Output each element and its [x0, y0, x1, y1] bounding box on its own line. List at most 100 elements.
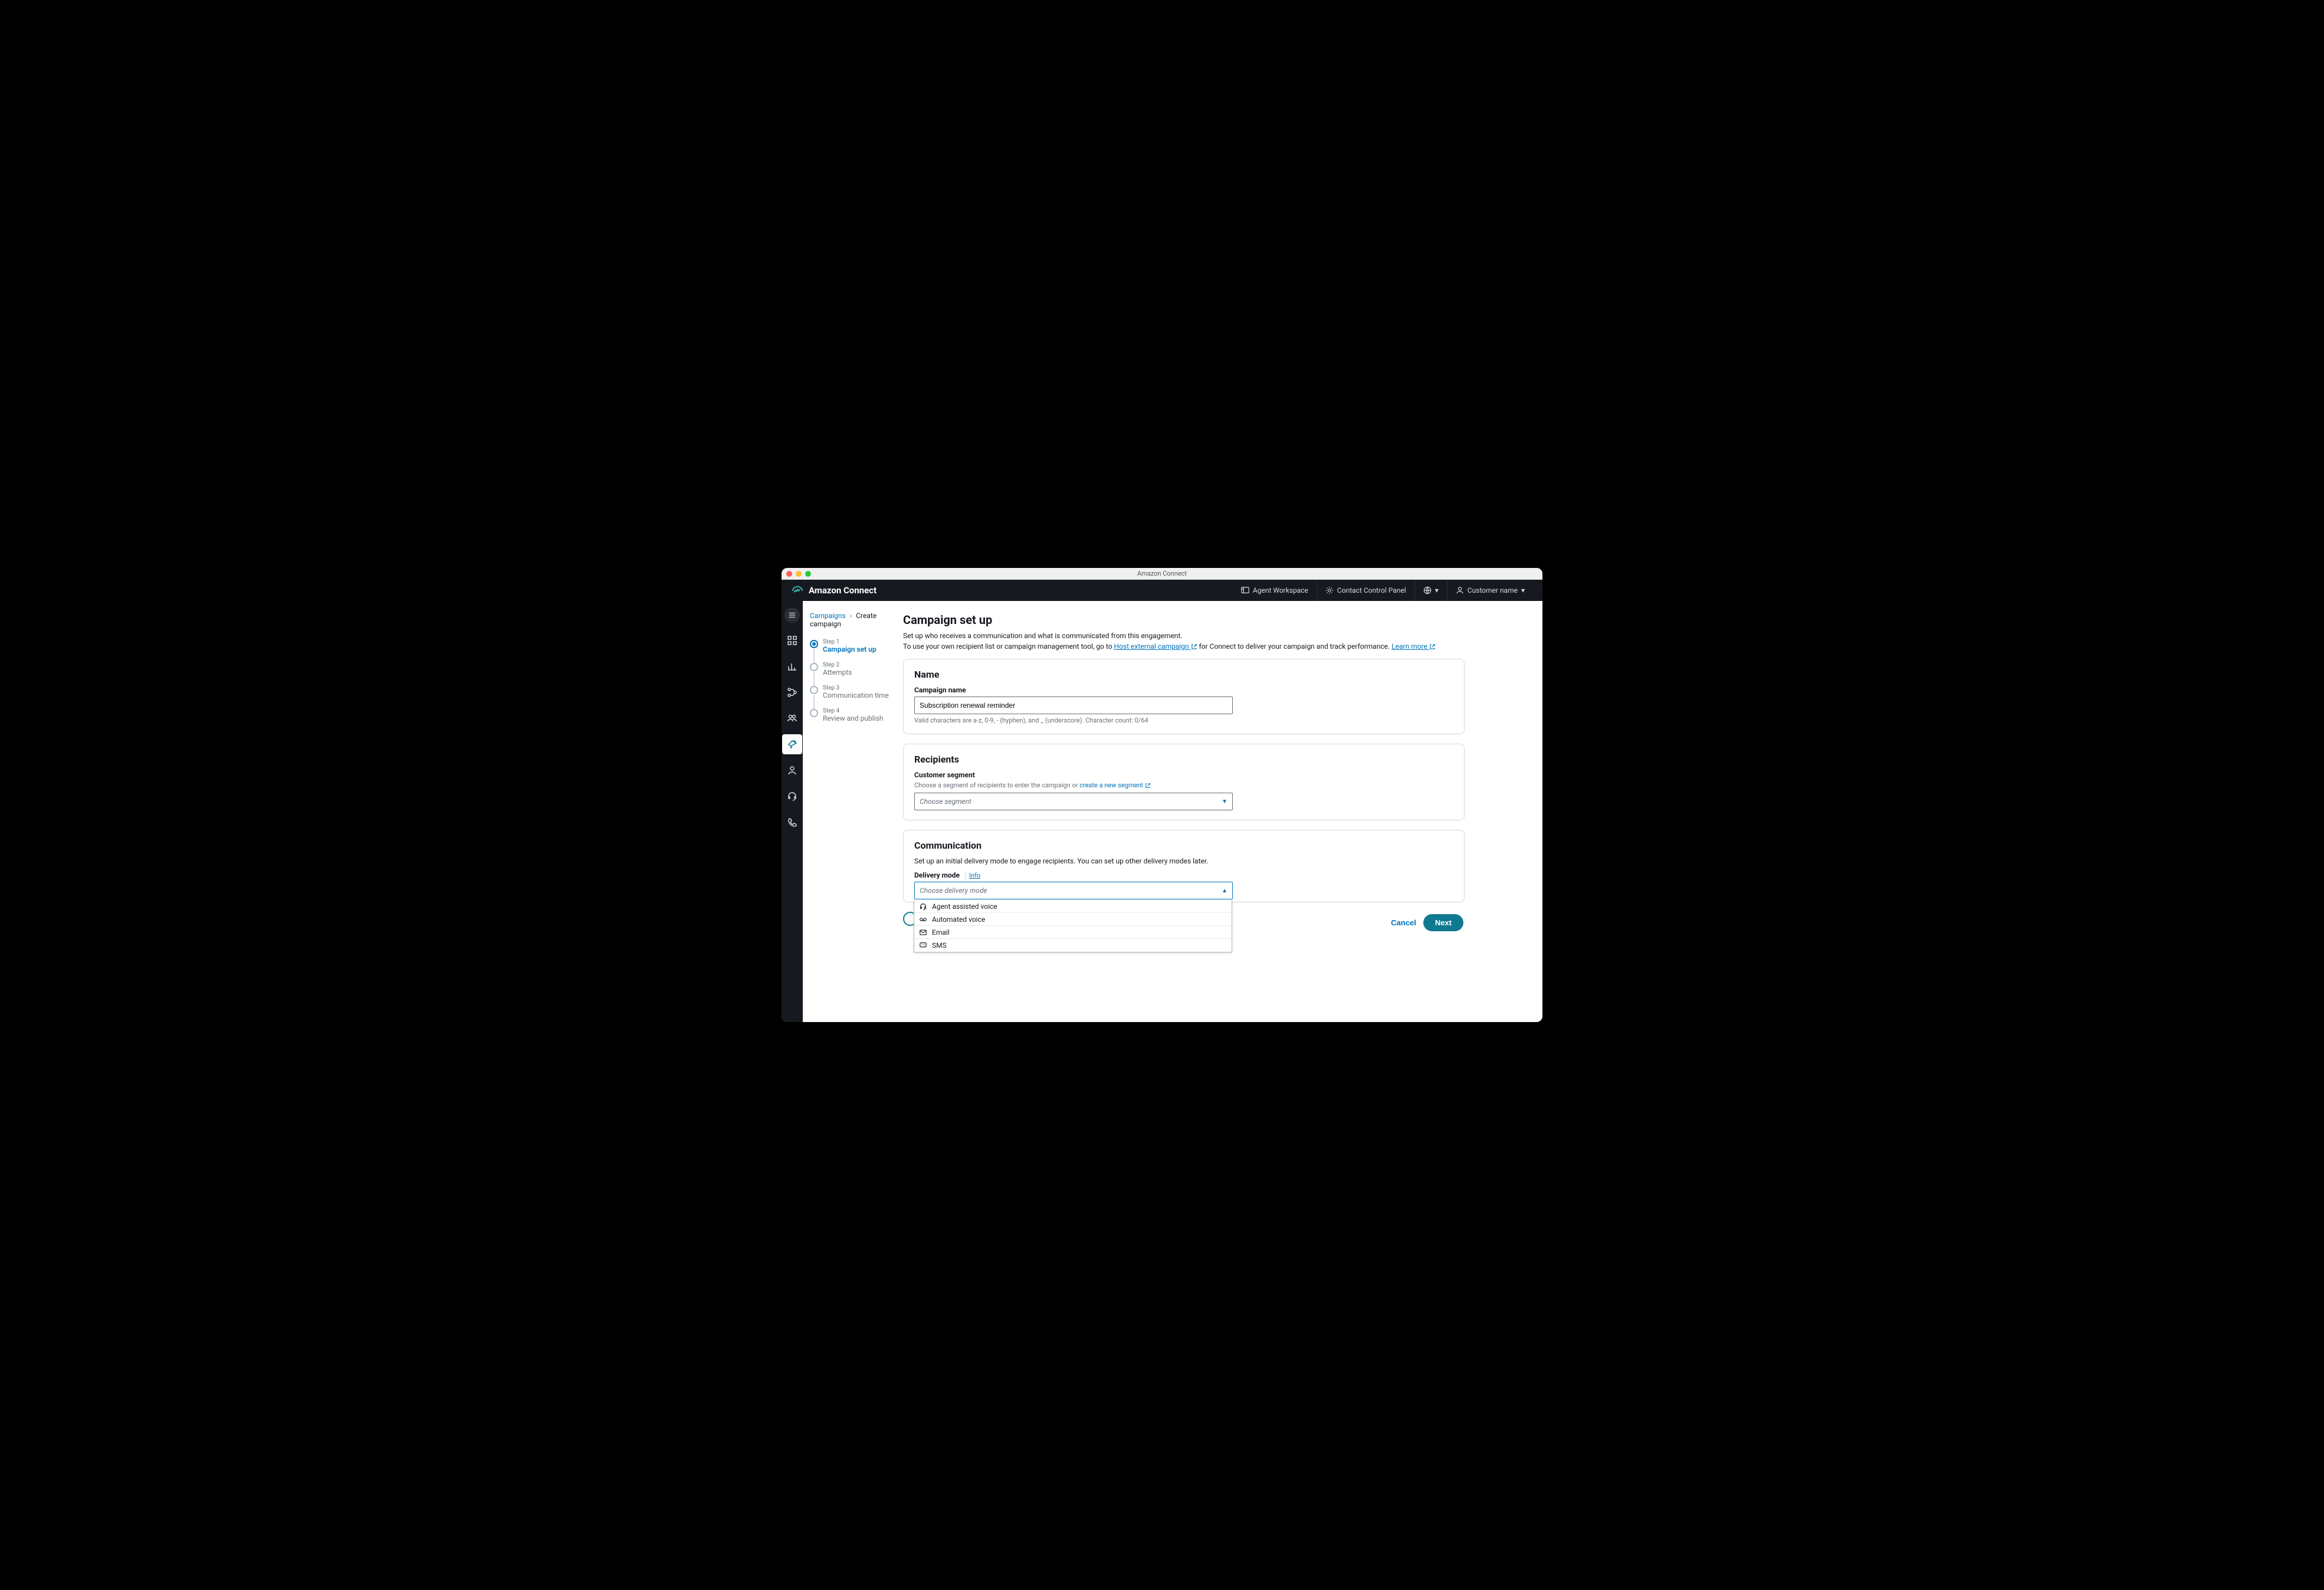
window-title: Amazon Connect: [782, 570, 1542, 577]
gear-icon: [1325, 586, 1334, 594]
phone-icon: [787, 817, 797, 827]
users-icon: [787, 713, 797, 724]
recipients-heading: Recipients: [914, 754, 1453, 765]
option-agent-voice[interactable]: Agent assisted voice: [914, 900, 1232, 913]
sms-icon: [919, 941, 927, 950]
workspace: Campaigns › Create campaign Step 1 Campa…: [782, 601, 1542, 1022]
app-window: Amazon Connect Amazon Connect Agent Work…: [782, 568, 1542, 1022]
chevron-down-icon: ▾: [1435, 586, 1439, 594]
grid-icon: [787, 635, 797, 646]
globe-icon: [1423, 586, 1432, 594]
sidebar-analytics[interactable]: [782, 656, 802, 676]
wizard-step-2[interactable]: Step 2 Attempts: [810, 662, 897, 676]
sidebar-headset[interactable]: [782, 786, 802, 806]
agent-workspace-label: Agent Workspace: [1253, 586, 1308, 594]
chevron-down-icon: ▼: [1222, 799, 1227, 805]
intro-line-1: Set up who receives a communication and …: [903, 632, 1183, 640]
sidebar-users[interactable]: [782, 708, 802, 728]
name-heading: Name: [914, 669, 1453, 680]
segment-placeholder: Choose segment: [920, 797, 971, 806]
chevron-up-icon: ▲: [1222, 888, 1227, 894]
mail-icon: [919, 928, 927, 937]
close-window-icon[interactable]: [786, 571, 792, 577]
option-sms[interactable]: SMS: [914, 939, 1232, 952]
user-icon: [1456, 586, 1464, 594]
breadcrumb-root[interactable]: Campaigns: [810, 612, 846, 620]
step-num-label: Step 4: [823, 708, 883, 714]
language-menu[interactable]: ▾: [1414, 580, 1447, 601]
step-dot-icon: [810, 709, 818, 717]
user-menu[interactable]: Customer name ▾: [1447, 580, 1533, 601]
wizard-sidebar: Campaigns › Create campaign Step 1 Campa…: [803, 601, 897, 1022]
headset-icon: [787, 791, 797, 801]
logo-icon: [791, 584, 804, 597]
delivery-mode-label: Delivery mode Info: [914, 871, 1453, 879]
step-title-label: Communication time: [823, 691, 889, 699]
recipients-sub: Choose a segment of recipients to enter …: [914, 781, 1453, 789]
contact-control-panel-link[interactable]: Contact Control Panel: [1317, 580, 1414, 601]
create-segment-link[interactable]: create a new segment: [1079, 781, 1151, 789]
recipients-card: Recipients Customer segment Choose a seg…: [903, 744, 1465, 820]
communication-sub: Set up an initial delivery mode to engag…: [914, 857, 1453, 865]
page-title: Campaign set up: [903, 613, 1465, 627]
segment-select[interactable]: Choose segment ▼: [914, 793, 1233, 810]
sidebar-phone[interactable]: [782, 812, 802, 832]
maximize-window-icon[interactable]: [805, 571, 811, 577]
mac-titlebar: Amazon Connect: [782, 568, 1542, 580]
sidebar-campaigns[interactable]: [782, 734, 802, 754]
voicemail-icon: [919, 915, 927, 924]
hamburger-icon: [788, 611, 796, 619]
learn-more-link[interactable]: Learn more: [1391, 642, 1436, 651]
contact-control-label: Contact Control Panel: [1337, 586, 1406, 594]
next-button[interactable]: Next: [1423, 914, 1463, 931]
traffic-lights: [786, 571, 811, 577]
option-label: Automated voice: [932, 915, 985, 924]
campaign-name-input[interactable]: [914, 697, 1233, 714]
person-icon: [787, 765, 797, 776]
hamburger-wrapper: [782, 606, 803, 625]
wizard-step-4[interactable]: Step 4 Review and publish: [810, 708, 897, 722]
user-name-label: Customer name: [1468, 586, 1518, 594]
flow-icon: [787, 687, 797, 698]
cancel-button[interactable]: Cancel: [1391, 918, 1416, 927]
bar-chart-icon: [787, 661, 797, 672]
hamburger-button[interactable]: [784, 607, 800, 623]
step-title-label: Review and publish: [823, 714, 883, 722]
agent-workspace-link[interactable]: Agent Workspace: [1233, 580, 1317, 601]
wizard-step-1[interactable]: Step 1 Campaign set up: [810, 639, 897, 653]
sidebar-dashboard[interactable]: [782, 630, 802, 651]
workspace-icon: [1241, 586, 1249, 594]
communication-card: Communication Set up an initial delivery…: [903, 830, 1465, 902]
intro-line-2a: To use your own recipient list or campai…: [903, 642, 1114, 651]
host-external-link[interactable]: Host external campaign: [1114, 642, 1197, 651]
app-top-nav: Amazon Connect Agent Workspace Contact C…: [782, 580, 1542, 601]
app-brand[interactable]: Amazon Connect: [791, 584, 877, 597]
app-brand-text: Amazon Connect: [809, 585, 877, 596]
campaign-name-label: Campaign name: [914, 686, 1453, 694]
option-automated-voice[interactable]: Automated voice: [914, 913, 1232, 926]
main-column: Campaign set up Set up who receives a co…: [897, 601, 1481, 1022]
campaign-name-hint: Valid characters are a-z, 0-9, - (hyphen…: [914, 717, 1453, 724]
intro-line-2b: for Connect to deliver your campaign and…: [1197, 642, 1392, 651]
sidebar-routing[interactable]: [782, 682, 802, 702]
campaign-icon: [787, 739, 797, 750]
sidebar-user[interactable]: [782, 760, 802, 780]
content-area: Campaigns › Create campaign Step 1 Campa…: [803, 601, 1542, 1022]
external-link-icon: [1429, 643, 1436, 650]
page-intro: Set up who receives a communication and …: [903, 630, 1465, 652]
option-label: SMS: [932, 941, 947, 950]
option-email[interactable]: Email: [914, 926, 1232, 939]
delivery-mode-dropdown: Agent assisted voice Automated voice Ema…: [914, 900, 1232, 952]
delivery-mode-select[interactable]: Choose delivery mode ▲: [914, 882, 1233, 899]
chevron-right-icon: ›: [850, 612, 852, 620]
step-title-label: Attempts: [823, 668, 852, 676]
delivery-mode-info-link[interactable]: Info: [965, 872, 980, 879]
minimize-window-icon[interactable]: [796, 571, 802, 577]
name-card: Name Campaign name Valid characters are …: [903, 659, 1465, 734]
step-num-label: Step 3: [823, 685, 889, 691]
step-title-label: Campaign set up: [823, 645, 877, 653]
step-dot-icon: [810, 640, 818, 648]
breadcrumb: Campaigns › Create campaign: [810, 612, 897, 628]
wizard-step-3[interactable]: Step 3 Communication time: [810, 685, 897, 699]
step-num-label: Step 1: [823, 639, 877, 645]
